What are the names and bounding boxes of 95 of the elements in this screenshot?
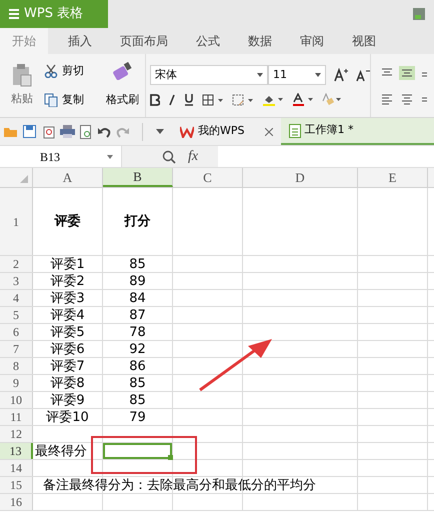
clear-format-icon[interactable] <box>322 93 342 106</box>
table-cell-text: 85 <box>128 256 147 272</box>
row-header[interactable]: 6 <box>0 324 33 340</box>
table-cell-text: 评委4 <box>49 307 86 323</box>
caret-icon[interactable] <box>257 73 263 77</box>
column-header[interactable]: D <box>243 168 358 187</box>
undo-icon[interactable] <box>98 126 111 138</box>
font-color-icon[interactable] <box>292 93 314 106</box>
ribbon-tab[interactable]: 插入 <box>60 28 100 54</box>
column-header[interactable]: B <box>103 168 173 187</box>
row-header[interactable]: 7 <box>0 341 33 357</box>
ribbon-tab[interactable]: 公式 <box>188 28 228 54</box>
table-cell: 备注最终得分为：去除最高分和最低分的平均分 <box>43 477 316 493</box>
row-header[interactable]: 11 <box>0 409 33 425</box>
row-header[interactable]: 5 <box>0 307 33 323</box>
row-header[interactable]: 15 <box>0 477 33 493</box>
table-cell-text: 89 <box>128 273 147 289</box>
skin-icon[interactable] <box>412 6 426 22</box>
row-header[interactable]: 10 <box>0 392 33 408</box>
ribbon-tab[interactable]: 视图 <box>344 28 384 54</box>
function-button[interactable]: fx <box>188 146 198 167</box>
column-header[interactable]: E <box>358 168 428 187</box>
row-header[interactable]: 14 <box>0 460 33 476</box>
active-cell[interactable] <box>103 443 172 459</box>
table-cell-text: 打分 <box>123 213 152 231</box>
table-cell-text: 评委8 <box>49 375 86 391</box>
table-cell-text: 85 <box>128 375 147 391</box>
font-field[interactable]: 宋体 <box>150 65 268 85</box>
cut-button[interactable]: 剪切 <box>62 63 84 80</box>
document-tab[interactable]: 工作簿1 * <box>280 118 434 145</box>
copy-icon[interactable] <box>44 92 58 107</box>
row-header[interactable]: 8 <box>0 358 33 374</box>
row-header[interactable]: 13 <box>0 443 33 459</box>
table-cell: 最终得分 <box>35 443 87 459</box>
font-size-field[interactable]: 11 <box>268 65 326 85</box>
row-header[interactable]: 9 <box>0 375 33 391</box>
row-header[interactable]: 4 <box>0 290 33 306</box>
ribbon-tab[interactable]: 数据 <box>240 28 280 54</box>
sheet-file-icon <box>288 124 300 138</box>
row-header[interactable]: 2 <box>0 256 33 272</box>
fill-color-icon[interactable] <box>262 93 284 106</box>
table-cell-text: 79 <box>128 409 147 425</box>
table-cell-text: 86 <box>128 358 147 374</box>
w-logo-icon <box>180 126 194 138</box>
table-cell-text: 78 <box>128 324 147 340</box>
borders-icon[interactable] <box>202 94 224 106</box>
align-middle-icon[interactable] <box>399 66 415 80</box>
save-icon[interactable] <box>23 125 36 138</box>
caret-icon[interactable] <box>315 73 321 77</box>
table-cell-text: 评委1 <box>49 256 86 272</box>
tab-label: 我的WPS <box>198 123 244 140</box>
align-left-icon[interactable] <box>379 92 395 106</box>
table-cell-text: 评委7 <box>49 358 86 374</box>
name-box[interactable]: B13 <box>0 146 122 167</box>
table-cell-text: 评委9 <box>49 392 86 408</box>
row-header[interactable]: 16 <box>0 494 33 510</box>
bold-icon[interactable] <box>150 94 160 106</box>
row-header[interactable]: 12 <box>0 426 33 442</box>
table-cell-text: 84 <box>128 290 147 306</box>
table-cell-text: 评委10 <box>45 409 90 425</box>
ribbon-tab[interactable]: 页面布局 <box>112 28 176 54</box>
table-cell-text: 评委5 <box>49 324 86 340</box>
table-cell-text: 评委 <box>53 212 82 231</box>
close-icon[interactable] <box>264 128 272 136</box>
row-header[interactable]: 3 <box>0 273 33 289</box>
formula-field[interactable] <box>218 146 434 167</box>
copy-button[interactable]: 复制 <box>62 92 84 108</box>
tab-label: 工作簿1 * <box>304 122 354 138</box>
print-icon[interactable] <box>60 125 75 138</box>
caret-icon[interactable] <box>107 154 113 158</box>
table-cell-text: 评委3 <box>49 290 86 306</box>
menu-logo-icon <box>8 8 20 20</box>
table-cell-text: 92 <box>128 341 147 357</box>
row-header[interactable]: 1 <box>0 188 33 255</box>
clipboard-icon[interactable] <box>11 63 33 88</box>
dropdown-icon[interactable] <box>156 129 164 134</box>
search-icon[interactable] <box>162 150 176 164</box>
table-cell-text: 85 <box>128 392 147 408</box>
export-pdf-icon[interactable] <box>41 124 55 138</box>
underline-icon[interactable] <box>184 93 194 106</box>
table-cell-text: 87 <box>128 307 147 323</box>
paste-button[interactable]: 粘贴 <box>11 91 33 108</box>
grow-font-icon[interactable] <box>334 68 348 82</box>
print-preview-icon[interactable] <box>80 124 93 138</box>
merge-icon[interactable] <box>232 94 254 106</box>
table-cell-text: 评委2 <box>49 273 86 289</box>
align-center-icon[interactable] <box>399 92 415 106</box>
format-painter-button[interactable]: 格式刷 <box>106 92 139 109</box>
brush-icon[interactable] <box>112 62 132 80</box>
scissors-icon[interactable] <box>44 64 58 78</box>
table-cell-text: 评委6 <box>49 341 86 357</box>
ribbon-tab[interactable]: 审阅 <box>292 28 332 54</box>
column-header[interactable]: C <box>173 168 243 187</box>
shrink-font-icon[interactable] <box>356 68 370 82</box>
italic-icon[interactable] <box>168 94 176 106</box>
